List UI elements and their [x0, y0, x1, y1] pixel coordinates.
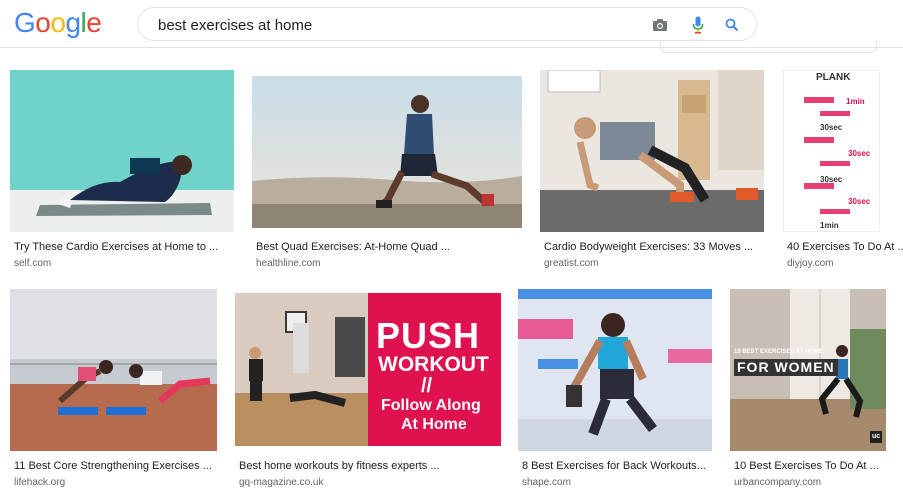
- time-label: 30sec: [848, 149, 871, 158]
- result-source[interactable]: urbancompany.com: [734, 476, 821, 489]
- thumb-divider: //: [421, 375, 433, 397]
- time-label: 30sec: [820, 123, 843, 132]
- result-title[interactable]: 10 Best Exercises To Do At ...: [734, 459, 900, 473]
- result-title[interactable]: Best Quad Exercises: At-Home Quad ...: [256, 240, 522, 254]
- plank-label: PLANK: [816, 72, 851, 83]
- logo-letter: e: [86, 7, 102, 38]
- result-thumbnail[interactable]: [10, 289, 217, 451]
- time-label: 1min: [820, 221, 839, 230]
- search-input[interactable]: [156, 13, 630, 37]
- result-source[interactable]: healthline.com: [256, 257, 320, 270]
- thumb-subheading: Follow Along: [381, 397, 481, 414]
- logo-letter: o: [50, 7, 66, 38]
- result-title[interactable]: 8 Best Exercises for Back Workouts...: [522, 459, 712, 473]
- image-result[interactable]: Best Quad Exercises: At-Home Quad ... he…: [252, 76, 522, 275]
- result-source[interactable]: shape.com: [522, 476, 571, 489]
- result-title[interactable]: Try These Cardio Exercises at Home to ..…: [14, 240, 232, 254]
- result-thumbnail[interactable]: [252, 76, 522, 228]
- thumb-heading: WORKOUT: [378, 353, 489, 376]
- logo-letter: o: [35, 7, 51, 38]
- image-result[interactable]: PUSH WORKOUT // Follow Along At Home Bes…: [235, 293, 501, 494]
- uc-logo: uc: [872, 433, 881, 440]
- thumb-heading: FOR WOMEN: [734, 359, 838, 376]
- time-label: 30sec: [820, 175, 843, 184]
- time-label: 1min: [846, 97, 865, 106]
- logo-letter: g: [65, 7, 81, 38]
- result-thumbnail[interactable]: 10 BEST EXERCISES AT HOME FOR WOMEN uc: [730, 289, 886, 451]
- result-title[interactable]: Best home workouts by fitness experts ..…: [239, 459, 501, 473]
- search-box[interactable]: [137, 7, 757, 41]
- result-thumbnail[interactable]: [540, 70, 764, 232]
- result-thumbnail[interactable]: PUSH WORKOUT // Follow Along At Home: [235, 293, 501, 446]
- thumb-subheading: At Home: [401, 416, 467, 433]
- time-label: 30sec: [848, 197, 871, 206]
- result-title[interactable]: 40 Exercises To Do At ...: [787, 240, 903, 254]
- result-title[interactable]: 11 Best Core Strengthening Exercises ...: [14, 459, 217, 473]
- image-result[interactable]: PLANK 1min 30sec 30sec 30sec 30sec 1min …: [783, 70, 903, 275]
- image-result[interactable]: 11 Best Core Strengthening Exercises ...…: [10, 289, 217, 494]
- image-result[interactable]: 10 BEST EXERCISES AT HOME FOR WOMEN uc 1…: [730, 289, 903, 494]
- thumb-heading: PUSH: [376, 315, 481, 356]
- image-result[interactable]: Try These Cardio Exercises at Home to ..…: [10, 70, 234, 275]
- search-icon[interactable]: [721, 14, 743, 36]
- result-source[interactable]: gq-magazine.co.uk: [239, 476, 324, 489]
- top-bar: Google: [0, 0, 903, 53]
- image-result[interactable]: Cardio Bodyweight Exercises: 33 Moves ..…: [540, 70, 764, 275]
- result-thumbnail[interactable]: PLANK 1min 30sec 30sec 30sec 30sec 1min: [783, 70, 880, 232]
- result-source[interactable]: greatist.com: [544, 257, 598, 270]
- logo-letter: G: [14, 7, 36, 38]
- image-result[interactable]: 8 Best Exercises for Back Workouts... sh…: [518, 289, 712, 494]
- result-title[interactable]: Cardio Bodyweight Exercises: 33 Moves ..…: [544, 240, 762, 254]
- result-source[interactable]: lifehack.org: [14, 476, 65, 489]
- result-source[interactable]: diyjoy.com: [787, 257, 834, 270]
- microphone-icon[interactable]: [687, 14, 709, 36]
- google-logo[interactable]: Google: [14, 6, 102, 40]
- result-thumbnail[interactable]: [10, 70, 234, 232]
- camera-icon[interactable]: [649, 14, 671, 36]
- header-divider: [0, 47, 903, 48]
- result-thumbnail[interactable]: [518, 289, 712, 451]
- result-source[interactable]: self.com: [14, 257, 51, 270]
- thumb-heading: 10 BEST EXERCISES AT HOME: [734, 349, 824, 355]
